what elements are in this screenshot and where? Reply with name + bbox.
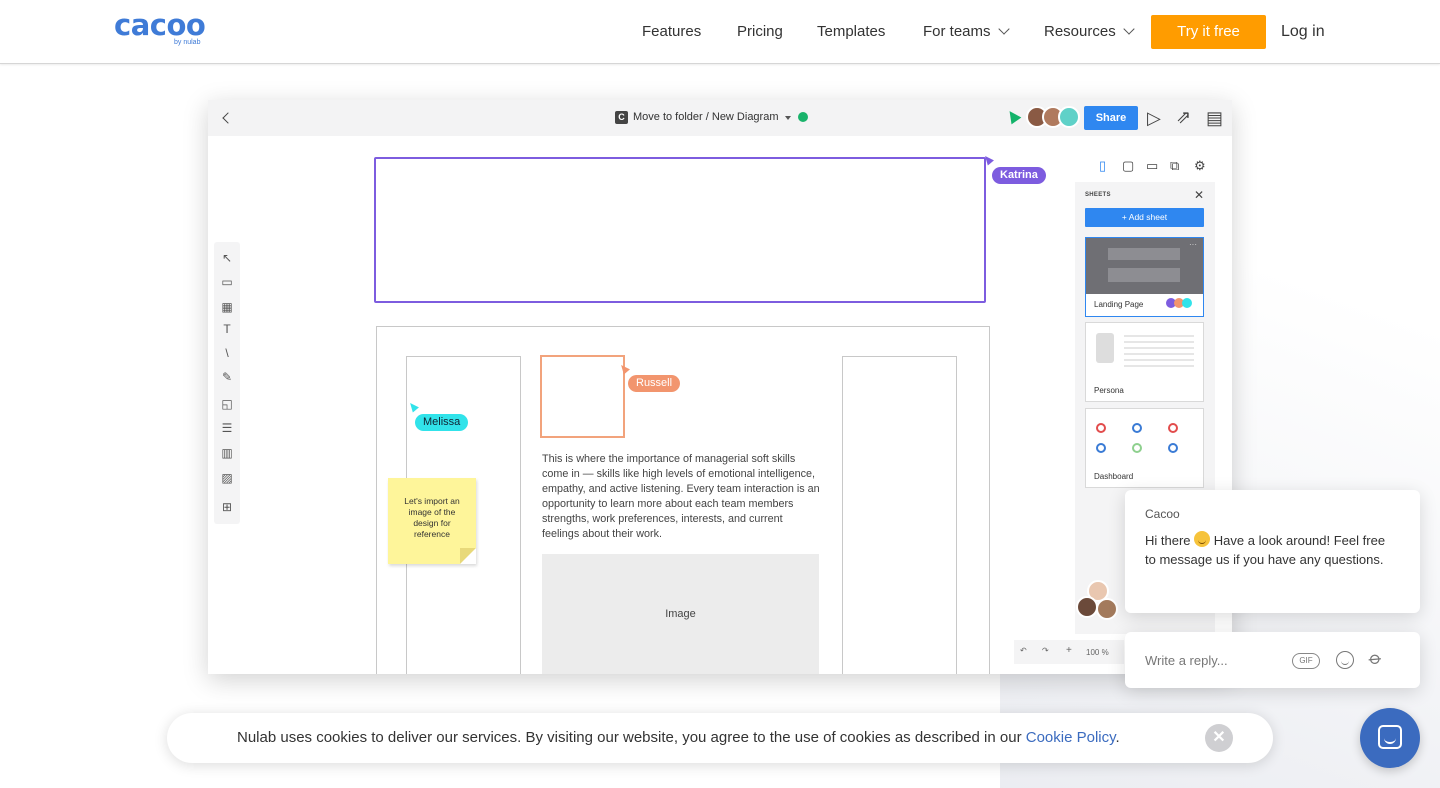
container-icon[interactable]: ▭ <box>220 275 234 289</box>
close-icon[interactable]: ✕ <box>1205 724 1233 752</box>
sticky-fold <box>460 548 476 564</box>
smiling-emoji-icon <box>1194 531 1211 547</box>
comment-icon[interactable]: ⊞ <box>220 500 234 514</box>
collaborator-tag-russell: Russell <box>628 375 681 392</box>
comments-icon[interactable]: ▢ <box>1122 158 1134 174</box>
agent-avatar <box>1076 596 1098 618</box>
chart-icon[interactable]: ▥ <box>220 446 234 460</box>
logo-byline: by nulab <box>174 39 201 46</box>
nav-for-teams-label: For teams <box>923 23 991 40</box>
gear-icon[interactable]: ⚙ <box>1194 158 1206 174</box>
cookie-banner: Nulab uses cookies to deliver our servic… <box>167 713 1273 763</box>
back-icon[interactable] <box>222 112 234 124</box>
nav-features-label: Features <box>642 23 702 40</box>
table-icon[interactable]: ☰ <box>220 421 234 435</box>
cookie-text: Nulab uses cookies to deliver our servic… <box>237 729 1120 746</box>
selected-frame[interactable] <box>374 157 986 303</box>
sticky-note-text: Let's import an image of the design for … <box>404 496 460 539</box>
chevron-down-icon <box>1123 23 1135 35</box>
cursor-icon <box>1004 107 1022 125</box>
image-placeholder-label: Image <box>665 608 696 620</box>
export-icon[interactable]: ⇗ <box>1176 108 1191 126</box>
chat-message-start: Hi there <box>1145 533 1191 548</box>
sheet-thumbnail <box>1086 323 1203 379</box>
select-icon[interactable]: ↖ <box>220 251 234 265</box>
avatar <box>1058 106 1080 128</box>
text-icon[interactable]: T <box>220 322 234 336</box>
redo-icon[interactable]: ↷ <box>1042 646 1049 655</box>
avatar <box>1182 298 1192 308</box>
cookie-message: Nulab uses cookies to deliver our servic… <box>237 729 1026 746</box>
line-icon[interactable]: \ <box>220 346 234 360</box>
sheet-card[interactable]: ··· Landing Page <box>1085 237 1204 317</box>
sticky-note-icon[interactable]: ◱ <box>220 397 234 411</box>
sheet-thumbnail: ··· <box>1086 238 1203 294</box>
login-link[interactable]: Log in <box>1281 22 1325 42</box>
add-sheet-button[interactable]: + Add sheet <box>1085 208 1204 227</box>
sheet-name: Landing Page <box>1094 300 1144 309</box>
image-placeholder[interactable]: Image <box>542 554 819 674</box>
close-icon[interactable]: ✕ <box>1194 188 1204 202</box>
sheet-card[interactable]: Dashboard <box>1085 408 1204 488</box>
nav-for-teams[interactable]: For teams <box>923 22 1010 42</box>
layers-icon[interactable]: ⧉ <box>1170 158 1179 174</box>
collaborator-tag-melissa: Melissa <box>415 414 469 431</box>
chat-message: Hi there Have a look around! Feel free t… <box>1145 531 1390 569</box>
video-icon[interactable]: ▭ <box>1146 158 1158 174</box>
sheets-icon[interactable]: ▯ <box>1099 158 1106 174</box>
reply-input[interactable] <box>1145 650 1285 670</box>
top-navigation: cacoo by nulab Features Pricing Template… <box>0 0 1440 64</box>
chat-sender: Cacoo <box>1145 507 1180 521</box>
undo-icon[interactable]: ↶ <box>1020 646 1027 655</box>
attachment-icon[interactable]: ⌀ <box>1365 647 1386 670</box>
cacoo-logo[interactable]: cacoo by nulab <box>114 8 209 50</box>
sheet-name: Dashboard <box>1094 472 1134 481</box>
menu-icon[interactable]: ▤ <box>1206 109 1223 127</box>
zoom-bar: ↶ ↷ + 100 % <box>1014 640 1124 664</box>
gif-button[interactable]: GIF <box>1292 653 1320 669</box>
nav-templates-label: Templates <box>817 23 886 40</box>
shapes-icon[interactable]: ▦ <box>220 300 234 314</box>
left-toolbar: ↖ ▭ ▦ T \ ✎ ◱ ☰ ▥ ▨ ⊞ <box>214 242 240 524</box>
nav-pricing-label: Pricing <box>737 23 783 40</box>
emoji-icon[interactable] <box>1336 651 1354 669</box>
nav-resources-label: Resources <box>1044 23 1116 40</box>
nav-features[interactable]: Features <box>642 22 701 42</box>
nav-templates[interactable]: Templates <box>817 22 885 42</box>
nav-resources[interactable]: Resources <box>1044 22 1135 42</box>
document-breadcrumb[interactable]: Move to folder / New Diagram <box>633 111 779 123</box>
zoom-level[interactable]: 100 % <box>1086 648 1109 657</box>
sheet-thumbnail <box>1086 409 1203 465</box>
image-icon[interactable]: ▨ <box>220 471 234 485</box>
caret-down-icon[interactable] <box>785 116 791 120</box>
sheet-card[interactable]: Persona <box>1085 322 1204 402</box>
share-button[interactable]: Share <box>1084 106 1138 130</box>
saved-check-icon <box>798 112 808 122</box>
wireframe-column-right[interactable] <box>842 356 957 674</box>
editor-toolbar: C Move to folder / New Diagram Share ▷ ⇗… <box>208 100 1232 136</box>
chat-icon <box>1378 725 1402 749</box>
agent-avatar <box>1096 598 1118 620</box>
editor-preview: C Move to folder / New Diagram Share ▷ ⇗… <box>208 100 1232 674</box>
panel-tabs: ▯ ▢ ▭ ⧉ ⚙ <box>1095 158 1206 178</box>
logo-wordmark: cacoo <box>114 8 206 42</box>
pen-icon[interactable]: ✎ <box>220 370 234 384</box>
folder-icon: C <box>615 111 628 124</box>
collaborator-tag-katrina: Katrina <box>992 167 1046 184</box>
play-icon[interactable]: ▷ <box>1147 109 1161 127</box>
cookie-suffix: . <box>1115 729 1120 746</box>
cookie-policy-link[interactable]: Cookie Policy <box>1026 729 1116 746</box>
sheets-title: SHEETS <box>1085 192 1111 198</box>
chat-reply-box: GIF ⌀ <box>1125 632 1420 688</box>
chat-launcher-button[interactable] <box>1360 708 1420 768</box>
chevron-down-icon <box>997 23 1010 35</box>
selected-box[interactable] <box>540 355 625 438</box>
sheet-name: Persona <box>1094 386 1124 395</box>
nav-pricing[interactable]: Pricing <box>737 22 783 42</box>
zoom-in-icon[interactable]: + <box>1066 645 1072 656</box>
chat-message-card[interactable]: Cacoo Hi there Have a look around! Feel … <box>1125 490 1420 613</box>
try-it-free-button[interactable]: Try it free <box>1151 15 1266 49</box>
sticky-note[interactable]: Let's import an image of the design for … <box>388 478 476 564</box>
body-text[interactable]: This is where the importance of manageri… <box>542 452 820 542</box>
